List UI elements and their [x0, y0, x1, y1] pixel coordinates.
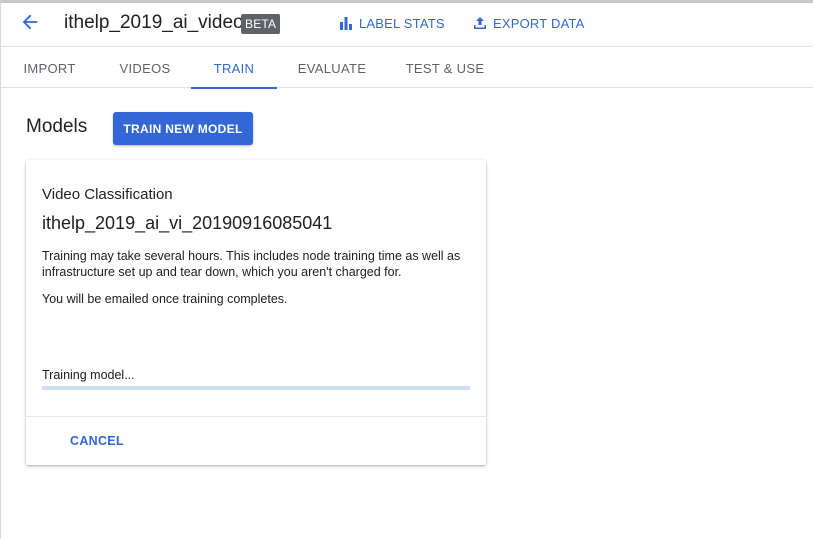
tab-bar: IMPORT VIDEOS TRAIN EVALUATE TEST & USE	[1, 48, 813, 89]
export-data-button[interactable]: EXPORT DATA	[473, 13, 585, 33]
models-heading: Models	[26, 116, 88, 137]
page: ithelp_2019_ai_video BETA LABEL STATS EX…	[0, 0, 813, 539]
beta-badge: BETA	[241, 14, 281, 34]
dataset-title: ithelp_2019_ai_video	[64, 12, 244, 33]
training-status: Training model...	[42, 368, 135, 382]
training-progress-bar	[42, 386, 470, 390]
export-data-label: EXPORT DATA	[493, 15, 585, 31]
cancel-button[interactable]: CANCEL	[70, 434, 124, 448]
tab-test-and-use[interactable]: TEST & USE	[387, 48, 503, 88]
model-name: ithelp_2019_ai_vi_20190916085041	[42, 213, 333, 233]
email-notice: You will be emailed once training comple…	[42, 292, 288, 306]
back-arrow-icon[interactable]	[19, 11, 41, 33]
tab-evaluate[interactable]: EVALUATE	[277, 48, 387, 88]
train-new-model-button[interactable]: TRAIN NEW MODEL	[113, 112, 253, 145]
model-card: Video Classification ithelp_2019_ai_vi_2…	[26, 160, 486, 465]
training-description: Training may take several hours. This in…	[42, 249, 461, 279]
tab-train[interactable]: TRAIN	[191, 48, 277, 89]
app-header: ithelp_2019_ai_video BETA LABEL STATS EX…	[1, 3, 813, 47]
bar-chart-icon	[339, 16, 353, 30]
tab-import[interactable]: IMPORT	[1, 48, 98, 88]
upload-icon	[473, 16, 487, 30]
card-divider	[26, 416, 486, 417]
label-stats-label: LABEL STATS	[359, 15, 445, 31]
label-stats-button[interactable]: LABEL STATS	[339, 13, 445, 33]
model-type: Video Classification	[42, 186, 173, 203]
tab-videos[interactable]: VIDEOS	[99, 48, 191, 88]
